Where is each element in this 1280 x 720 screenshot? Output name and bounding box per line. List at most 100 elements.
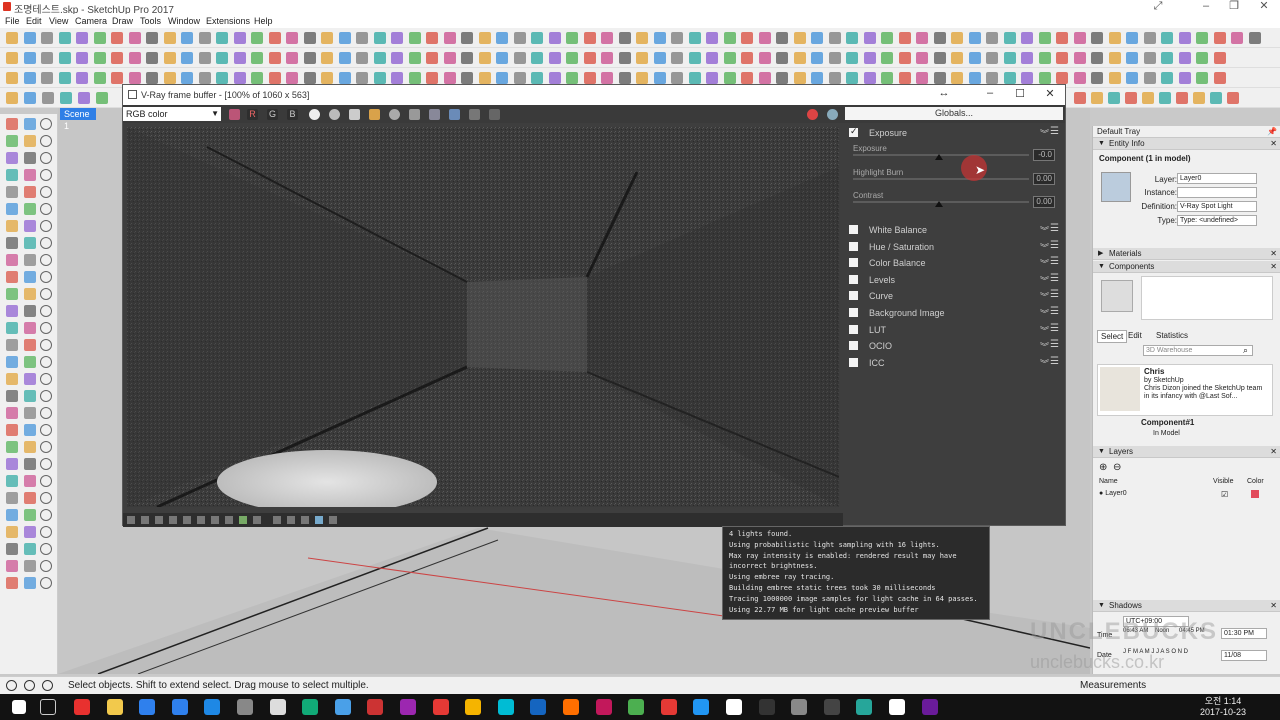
toolbar-tool-icon[interactable]	[391, 72, 403, 84]
toolbar-tool-icon[interactable]	[846, 32, 858, 44]
status-icon[interactable]	[239, 516, 247, 524]
toolbar-tool-icon[interactable]	[1056, 52, 1068, 64]
toolbar-tool-icon[interactable]	[513, 72, 526, 84]
layer-select[interactable]: Layer0	[1177, 173, 1257, 184]
drawing-tool-icon[interactable]	[40, 186, 52, 198]
toolbar-tool-icon[interactable]	[548, 72, 561, 84]
drawing-tool-icon[interactable]	[24, 305, 36, 317]
chevron-down-icon[interactable]: ︾	[1040, 324, 1049, 337]
toolbar-tool-icon[interactable]	[391, 52, 403, 64]
toolbar-tool-icon[interactable]	[933, 72, 946, 84]
toolbar-tool-icon[interactable]	[636, 52, 648, 64]
correction-checkbox[interactable]	[849, 308, 858, 317]
layers-header[interactable]: ▼ Layers ✕	[1093, 446, 1280, 458]
toolbar-tool-icon[interactable]	[933, 32, 946, 44]
toolbar-tool-icon[interactable]	[688, 32, 701, 44]
toolbar-tool-icon[interactable]	[478, 52, 491, 64]
toolbar-tool-icon[interactable]	[1143, 52, 1156, 64]
chevron-down-icon[interactable]: ︾	[1040, 224, 1049, 237]
tab-select[interactable]: Select	[1097, 330, 1128, 343]
components-header[interactable]: ▼ Components ✕	[1093, 261, 1280, 273]
status-icon[interactable]	[127, 516, 135, 524]
drawing-tool-icon[interactable]	[6, 390, 18, 402]
toolbar-tool-icon[interactable]	[811, 32, 823, 44]
menu-icon[interactable]: ☰	[1050, 289, 1059, 300]
toolbar-tool-icon[interactable]	[303, 52, 316, 64]
toolbar-tool-icon[interactable]	[951, 72, 963, 84]
status-icon[interactable]	[273, 516, 281, 524]
toolbar-tool-icon[interactable]	[1021, 52, 1033, 64]
toolbar-tool-icon[interactable]	[986, 52, 998, 64]
toolbar-tool-icon[interactable]	[286, 32, 298, 44]
green-channel-button[interactable]: G	[267, 109, 278, 120]
chevron-down-icon[interactable]: ︾	[1040, 241, 1049, 254]
toolbar-tool-icon[interactable]	[1021, 32, 1033, 44]
toolbar-tool-icon[interactable]	[233, 72, 246, 84]
toolbar-tool-icon[interactable]	[968, 32, 981, 44]
type-select[interactable]: Type: <undefined>	[1177, 215, 1257, 226]
menu-icon[interactable]: ☰	[1050, 273, 1059, 284]
toolbar-tool-icon[interactable]	[356, 52, 368, 64]
drawing-tool-icon[interactable]	[40, 475, 52, 487]
drawing-tool-icon[interactable]	[40, 390, 52, 402]
toolbar-tool-icon[interactable]	[793, 32, 806, 44]
toolbar-tool-icon[interactable]	[6, 52, 18, 64]
taskbar-app-icon[interactable]	[237, 699, 253, 715]
toolbar-tool-icon[interactable]	[1176, 92, 1188, 104]
toolbar-tool-icon[interactable]	[916, 52, 928, 64]
tab-statistics[interactable]: Statistics	[1153, 330, 1191, 341]
tab-scene-1[interactable]: Scene 1	[60, 108, 96, 131]
toolbar-tool-icon[interactable]	[181, 72, 193, 84]
menu-edit[interactable]: Edit	[26, 16, 42, 26]
toolbar-tool-icon[interactable]	[758, 72, 771, 84]
warehouse-search-input[interactable]: 3D Warehouse	[1143, 345, 1253, 356]
toolbar-tool-icon[interactable]	[723, 32, 736, 44]
toolbar-tool-icon[interactable]	[443, 72, 456, 84]
highlight-burn-value-field[interactable]: 0.00	[1033, 173, 1055, 185]
toolbar-tool-icon[interactable]	[531, 32, 543, 44]
toolbar-tool-icon[interactable]	[181, 32, 193, 44]
status-icon[interactable]	[211, 516, 219, 524]
toolbar-tool-icon[interactable]	[1108, 32, 1121, 44]
toolbar-tool-icon[interactable]	[408, 72, 421, 84]
drawing-tool-icon[interactable]	[40, 441, 52, 453]
correction-row-levels[interactable]: Levels ︾ ☰	[849, 272, 1059, 288]
close-window-button[interactable]: ✕	[1244, 0, 1280, 14]
taskbar-app-icon[interactable]	[530, 699, 547, 715]
correction-checkbox[interactable]	[849, 291, 858, 301]
toolbar-tool-icon[interactable]	[408, 52, 421, 64]
drawing-tool-icon[interactable]	[24, 543, 36, 555]
taskbar-app-icon[interactable]	[823, 699, 840, 715]
toolbar-tool-icon[interactable]	[531, 72, 543, 84]
drawing-tool-icon[interactable]	[40, 339, 52, 351]
toolbar-tool-icon[interactable]	[916, 72, 928, 84]
toolbar-tool-icon[interactable]	[688, 52, 701, 64]
toolbar-tool-icon[interactable]	[986, 32, 998, 44]
status-icon[interactable]	[329, 516, 337, 524]
toolbar-tool-icon[interactable]	[1161, 72, 1173, 84]
start-render-icon[interactable]	[827, 109, 838, 120]
menu-window[interactable]: Window	[168, 16, 200, 26]
globals-button[interactable]: Globals...	[845, 107, 1063, 120]
drawing-tool-icon[interactable]	[6, 203, 18, 215]
correction-row-background-image[interactable]: Background Image ︾ ☰	[849, 305, 1059, 321]
toolbar-tool-icon[interactable]	[776, 32, 788, 44]
user-icon[interactable]	[42, 680, 53, 691]
toolbar-tool-icon[interactable]	[1227, 92, 1239, 104]
toolbar-tool-icon[interactable]	[1161, 32, 1173, 44]
toolbar-tool-icon[interactable]	[1159, 92, 1171, 104]
toolbar-tool-icon[interactable]	[828, 52, 841, 64]
clear-image-icon[interactable]	[389, 109, 400, 120]
grey-circle-icon[interactable]	[329, 109, 340, 120]
render-preview[interactable]	[127, 127, 839, 507]
toolbar-tool-icon[interactable]	[496, 32, 508, 44]
taskbar-app-icon[interactable]	[106, 699, 123, 715]
toolbar-tool-icon[interactable]	[1126, 32, 1138, 44]
toolbar-tool-icon[interactable]	[146, 72, 158, 84]
drawing-tool-icon[interactable]	[24, 271, 36, 283]
layer-row[interactable]: ● Layer0	[1099, 490, 1127, 497]
toolbar-tool-icon[interactable]	[1196, 32, 1208, 44]
close-icon[interactable]: ✕	[1270, 261, 1277, 273]
history-icon[interactable]	[489, 109, 500, 120]
toolbar-tool-icon[interactable]	[338, 32, 351, 44]
